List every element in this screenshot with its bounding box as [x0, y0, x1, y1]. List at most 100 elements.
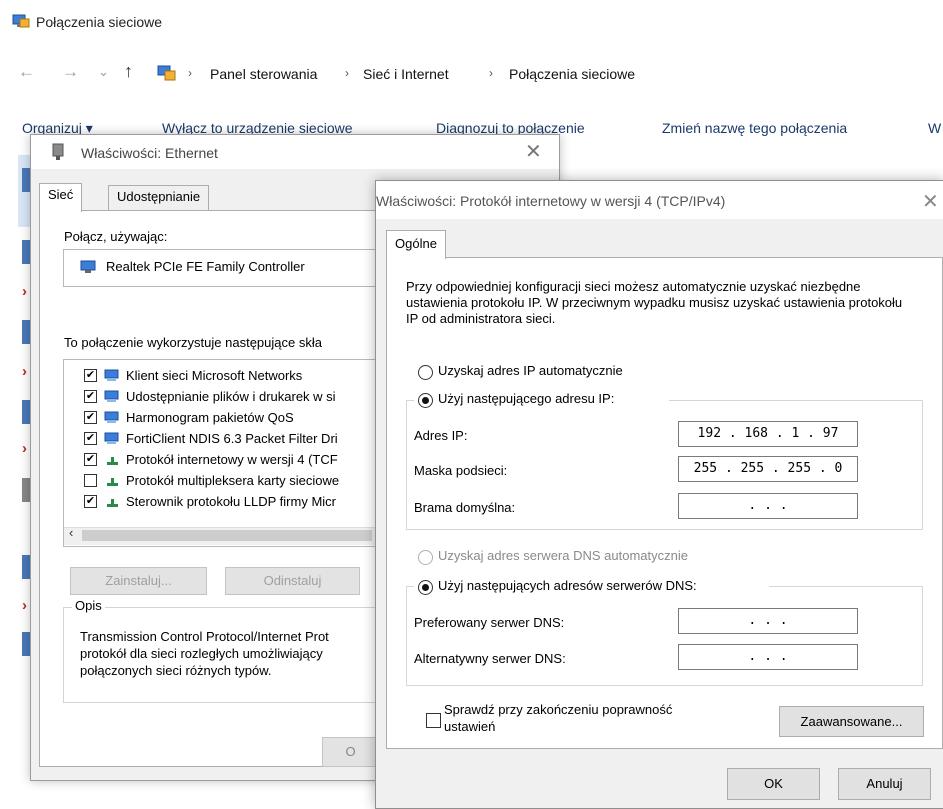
more-commands-button[interactable]: W [928, 120, 941, 136]
radio-selected-dot [422, 397, 429, 404]
ipv4-properties-dialog: Właściwości: Protokół internetowy w wers… [375, 180, 943, 809]
tab-sharing[interactable]: Udostępnianie [108, 185, 210, 211]
components-list[interactable]: ✔ Klient sieci Microsoft Networks ✔ Udos… [63, 359, 380, 547]
packet-filter-icon [104, 432, 119, 444]
component-label: Udostępnianie plików i drukarek w si [126, 389, 336, 404]
breadcrumb-separator: › [489, 66, 493, 80]
list-item[interactable]: ✔ Klient sieci Microsoft Networks [64, 366, 379, 387]
cancel-button[interactable]: Anuluj [838, 768, 931, 800]
disconnected-x-icon: › [22, 283, 27, 300]
protocol-icon [107, 457, 118, 465]
up-arrow-icon[interactable]: ↑ [124, 61, 133, 82]
tab-general[interactable]: Ogólne [386, 230, 446, 259]
component-label: Harmonogram pakietów QoS [126, 410, 294, 425]
component-label: Klient sieci Microsoft Networks [126, 368, 303, 383]
component-checkbox[interactable]: ✔ [84, 495, 97, 508]
validate-label-line1: Sprawdź przy zakończeniu poprawność [444, 702, 673, 717]
adapter-icon [22, 240, 30, 264]
file-sharing-icon [104, 390, 119, 402]
adapter-icon [22, 478, 30, 502]
list-item[interactable]: ✔ Udostępnianie plików i drukarek w si [64, 387, 379, 408]
network-connections-icon [12, 14, 30, 28]
component-checkbox[interactable]: ✔ [84, 369, 97, 382]
component-checkbox[interactable]: ✔ [84, 411, 97, 424]
adapter-icon [22, 168, 30, 192]
description-title: Opis [72, 598, 105, 613]
radio-manual-dns-label: Użyj następujących adresów serwerów DNS: [438, 578, 697, 593]
back-arrow-icon[interactable]: ← [18, 62, 35, 82]
preferred-dns-label: Preferowany serwer DNS: [414, 615, 565, 630]
protocol-icon [107, 478, 118, 486]
scrollbar-thumb[interactable] [82, 530, 372, 541]
adapter-icon [22, 632, 30, 656]
component-checkbox[interactable] [84, 474, 97, 487]
ok-button[interactable]: OK [727, 768, 820, 800]
radio-auto-dns-label: Uzyskaj adres serwera DNS automatycznie [438, 548, 688, 563]
radio-auto-ip[interactable] [418, 365, 433, 380]
adapter-icon [22, 320, 30, 344]
advanced-button[interactable]: Zaawansowane... [779, 706, 924, 737]
connect-using-label: Połącz, używając: [64, 229, 168, 244]
breadcrumb-separator: › [188, 66, 192, 80]
ethernet-adapter-icon [52, 143, 64, 160]
dialog-title: Właściwości: Ethernet [81, 145, 218, 161]
validate-checkbox[interactable] [426, 713, 441, 728]
adapter-icon [22, 400, 30, 424]
validate-label-line2: ustawień [444, 719, 496, 734]
list-item[interactable]: ✔ Sterownik protokołu LLDP firmy Micr [64, 492, 379, 513]
recent-locations-icon[interactable]: ⌄ [98, 64, 109, 80]
description-text: Transmission Control Protocol/Internet P… [80, 629, 329, 678]
breadcrumb-separator: › [345, 66, 349, 80]
radio-manual-ip[interactable] [418, 393, 433, 408]
window-title: Połączenia sieciowe [36, 14, 163, 30]
intro-text: Przy odpowiedniej konfiguracji sieci moż… [406, 279, 903, 326]
list-item[interactable]: ✔ FortiClient NDIS 6.3 Packet Filter Dri [64, 429, 379, 450]
components-label: To połączenie wykorzystuje następujące s… [64, 335, 322, 350]
control-panel-icon [157, 65, 176, 81]
client-network-icon [104, 369, 119, 381]
uninstall-button[interactable]: Odinstaluj [225, 567, 360, 595]
disconnected-x-icon: › [22, 440, 27, 457]
radio-auto-ip-label: Uzyskaj adres IP automatycznie [438, 363, 623, 378]
rename-connection-button[interactable]: Zmień nazwę tego połączenia [662, 120, 847, 136]
component-label: Protokół multipleksera karty sieciowe [126, 473, 340, 488]
radio-auto-dns[interactable] [418, 550, 433, 565]
close-icon[interactable]: ✕ [922, 189, 939, 214]
subnet-mask-field[interactable]: 255 . 255 . 255 . 0 [678, 456, 858, 482]
radio-manual-ip-label: Użyj następującego adresu IP: [438, 391, 615, 406]
alternate-dns-field[interactable]: . . . [678, 644, 858, 670]
component-checkbox[interactable]: ✔ [84, 390, 97, 403]
disconnected-x-icon: › [22, 597, 27, 614]
address-bar [0, 52, 943, 96]
list-item[interactable]: ✔ Protokół internetowy w wersji 4 (TCF [64, 450, 379, 471]
gateway-label: Brama domyślna: [414, 500, 516, 515]
preferred-dns-field[interactable]: . . . [678, 608, 858, 634]
qos-scheduler-icon [104, 411, 119, 423]
close-icon[interactable]: ✕ [525, 139, 542, 164]
component-checkbox[interactable]: ✔ [84, 432, 97, 445]
alternate-dns-label: Alternatywny serwer DNS: [414, 651, 566, 666]
network-adapter-icon [80, 260, 96, 273]
component-label: Protokół internetowy w wersji 4 (TCF [126, 452, 338, 467]
scroll-left-icon[interactable]: ‹ [69, 525, 73, 540]
forward-arrow-icon[interactable]: → [62, 62, 79, 82]
dns-group [406, 586, 923, 686]
component-label: FortiClient NDIS 6.3 Packet Filter Dri [126, 431, 338, 446]
list-item[interactable]: ✔ Harmonogram pakietów QoS [64, 408, 379, 429]
breadcrumb-network-internet[interactable]: Sieć i Internet [363, 66, 449, 82]
list-item[interactable]: Protokół multipleksera karty sieciowe [64, 471, 379, 492]
breadcrumb-control-panel[interactable]: Panel sterowania [210, 66, 317, 82]
gateway-field[interactable]: . . . [678, 493, 858, 519]
radio-selected-dot [422, 584, 429, 591]
component-label: Sterownik protokołu LLDP firmy Micr [126, 494, 336, 509]
breadcrumb-network-connections[interactable]: Połączenia sieciowe [509, 66, 635, 82]
dialog-title: Właściwości: Protokół internetowy w wers… [376, 193, 726, 209]
radio-manual-dns[interactable] [418, 580, 433, 595]
adapter-name: Realtek PCIe FE Family Controller [106, 259, 305, 274]
adapter-icon [22, 555, 30, 579]
ethernet-ok-button[interactable]: O [322, 737, 379, 767]
component-checkbox[interactable]: ✔ [84, 453, 97, 466]
ip-address-field[interactable]: 192 . 168 . 1 . 97 [678, 421, 858, 447]
install-button[interactable]: Zainstaluj... [70, 567, 207, 595]
tab-network[interactable]: Sieć [39, 183, 83, 212]
